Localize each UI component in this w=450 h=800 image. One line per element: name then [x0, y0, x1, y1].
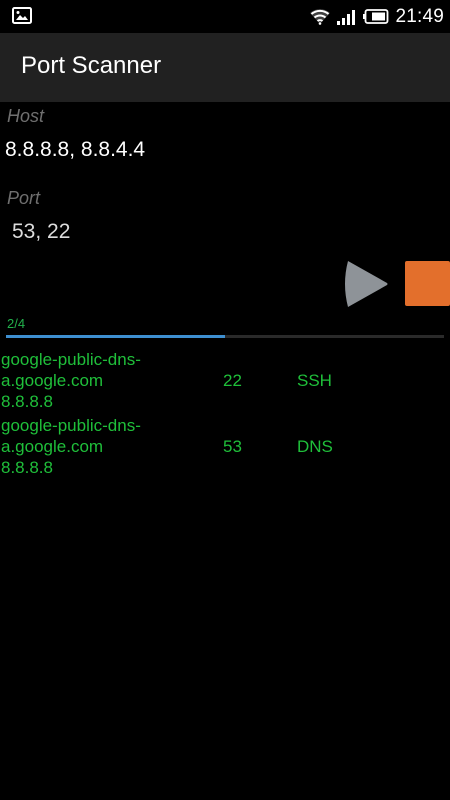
- list-item[interactable]: google-public-dns- a.google.com 8.8.8.8 …: [0, 349, 450, 415]
- host-label: Host: [7, 106, 45, 126]
- status-bar: 21:49: [0, 0, 450, 33]
- app-bar: Port Scanner: [0, 33, 450, 102]
- result-hostname-line1: google-public-dns-: [1, 416, 141, 435]
- status-icons: 21:49: [309, 0, 444, 33]
- battery-icon: [363, 9, 389, 24]
- app-title: Port Scanner: [21, 52, 162, 79]
- play-icon: [345, 261, 388, 307]
- result-port: 22: [223, 371, 242, 390]
- progress-fill: [6, 335, 225, 338]
- result-hostname-line2: a.google.com: [1, 371, 104, 390]
- port-label: Port: [7, 188, 41, 208]
- wifi-icon: [310, 9, 331, 25]
- status-time: 21:49: [395, 5, 444, 27]
- signal-icon: [337, 9, 356, 25]
- results-list: google-public-dns- a.google.com 8.8.8.8 …: [0, 349, 450, 481]
- result-hostname-line2: a.google.com: [1, 437, 104, 456]
- progress-bar: [6, 335, 444, 338]
- stop-icon: [405, 261, 450, 306]
- result-host: google-public-dns- a.google.com 8.8.8.8: [1, 349, 201, 412]
- host-input[interactable]: [5, 134, 435, 166]
- port-input[interactable]: [12, 216, 442, 248]
- result-host: google-public-dns- a.google.com 8.8.8.8: [1, 415, 201, 478]
- stop-button[interactable]: [405, 261, 450, 306]
- result-ip: 8.8.8.8: [1, 392, 53, 411]
- result-ip: 8.8.8.8: [1, 458, 53, 477]
- result-port: 53: [223, 437, 242, 456]
- result-service: DNS: [297, 437, 333, 456]
- image-icon: [12, 7, 32, 24]
- list-item[interactable]: google-public-dns- a.google.com 8.8.8.8 …: [0, 415, 450, 481]
- progress-text: 2/4: [7, 316, 26, 331]
- result-hostname-line1: google-public-dns-: [1, 350, 141, 369]
- play-button[interactable]: [340, 260, 388, 308]
- result-service: SSH: [297, 371, 332, 390]
